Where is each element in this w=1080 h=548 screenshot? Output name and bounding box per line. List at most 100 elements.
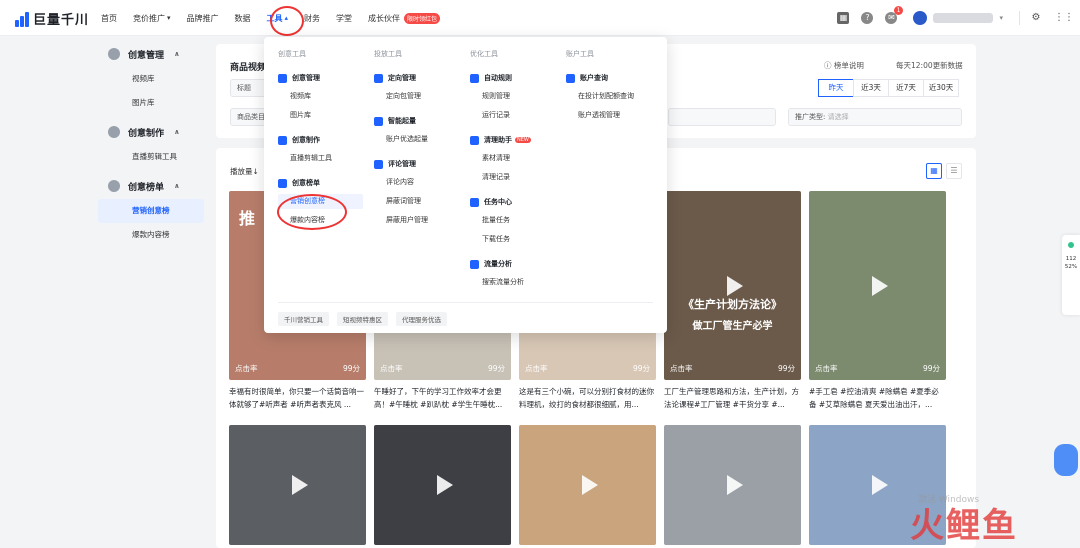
dropdown-menu-item[interactable]: 直播剪辑工具 <box>278 151 363 166</box>
dropdown-section: 创意榜单 <box>278 176 363 190</box>
dropdown-menu-item[interactable]: 视频库 <box>278 89 363 104</box>
dropdown-menu-item[interactable]: 屏蔽用户管理 <box>374 213 459 228</box>
list-icon <box>278 178 287 188</box>
dropdown-column-header: 投放工具 <box>374 50 402 58</box>
dropdown-menu-item[interactable]: 批量任务 <box>470 213 555 228</box>
rule-icon <box>374 116 383 126</box>
dropdown-column-2: 优化工具 自动规则 规则管理 运行记录 清理助手 NEW 素材清理 清理记录 任务中心 批量任务下… <box>470 49 555 300</box>
avatar <box>913 11 928 25</box>
video-card[interactable] <box>229 425 366 545</box>
divider <box>278 302 653 303</box>
rank-hint-link[interactable]: ⓘ 榜单说明 <box>824 60 864 71</box>
grid-view-icon[interactable]: ▦ <box>926 163 942 179</box>
video-thumbnail[interactable] <box>519 425 656 545</box>
chevron-down-icon: ▾ <box>999 14 1003 22</box>
play-icon <box>726 475 743 495</box>
video-card[interactable] <box>519 425 656 545</box>
video-thumbnail[interactable] <box>229 425 366 545</box>
dropdown-footer: 千川营销工具 短视频特惠区 代理服务优选 <box>278 312 447 326</box>
status-dot <box>1068 242 1074 248</box>
video-card[interactable] <box>664 425 801 545</box>
apps-grid-icon[interactable]: ⋮⋮ <box>1054 12 1074 24</box>
video-thumbnail[interactable] <box>374 425 511 545</box>
promo-type-select[interactable]: 推广类型: 请选择 <box>788 108 962 126</box>
video-title[interactable]: #手工皂 #控油清爽 #除螨皂 #夏季必备 #艾草除螨皂 夏天爱出油出汗，... <box>809 385 946 411</box>
dropdown-footer-link[interactable]: 短视频特惠区 <box>337 312 388 326</box>
sidebar-item[interactable]: 营销创意榜 <box>98 199 204 223</box>
video-title[interactable]: 工厂生产管理思路和方法，生产计划，方法论课程#工厂管理 #干货分享 #... <box>664 385 801 411</box>
dropdown-section-label: 创意管理 <box>292 74 320 82</box>
help-icon[interactable]: ? <box>861 12 874 24</box>
dropdown-menu-item[interactable]: 账户透视管理 <box>566 108 651 123</box>
sidebar-group-0[interactable]: 创意管理 ∧ <box>96 41 208 67</box>
nav-item-3[interactable]: 数据 <box>235 13 251 24</box>
video-card[interactable]: 点击率 99分 #手工皂 #控油清爽 #除螨皂 #夏季必备 #艾草除螨皂 夏天爱出油… <box>809 191 946 411</box>
nav-item-5[interactable]: 财务 <box>304 13 320 24</box>
nav-item-7[interactable]: 成长伙伴 限时领红包 <box>368 12 441 24</box>
nav-item-1[interactable]: 竞价推广 ▾ <box>133 13 171 24</box>
range-button[interactable]: 近30天 <box>923 79 959 97</box>
nav-item-label: 首页 <box>101 13 117 23</box>
list-icon <box>374 73 383 83</box>
score-label: 99分 <box>632 364 650 373</box>
range-button[interactable]: 近3天 <box>853 79 889 97</box>
list-view-icon[interactable]: ☰ <box>946 163 962 179</box>
video-title[interactable]: 这是有三个小碗，可以分别打食材的迷你料理机，绞打的食材都很细腻，用... <box>519 385 656 411</box>
calculator-icon[interactable]: ▦ <box>837 12 850 24</box>
nav-item-2[interactable]: 品牌推广 <box>187 13 219 24</box>
dropdown-section-label: 任务中心 <box>484 198 512 206</box>
divider <box>1019 11 1020 25</box>
video-title[interactable]: 幸福有时很简单，你只要一个话筒音响一体就够了#听声者 #听声者表克风 ... <box>229 385 366 411</box>
dropdown-menu-item[interactable]: 图片库 <box>278 108 363 123</box>
dropdown-section: 创意管理 <box>278 71 363 85</box>
dropdown-section-label: 智能起量 <box>388 117 416 125</box>
account-switcher[interactable]: ▾ <box>913 11 1003 25</box>
promo-type-placeholder: 请选择 <box>827 113 849 121</box>
dropdown-menu-item[interactable]: 在投计划配额查询 <box>566 89 651 104</box>
nav-item-0[interactable]: 首页 <box>101 13 117 24</box>
dropdown-footer-link[interactable]: 千川营销工具 <box>278 312 329 326</box>
sidebar-item[interactable]: 视频库 <box>98 67 204 91</box>
video-title[interactable]: 午睡好了，下午的学习工作效率才会更高！#午睡枕 #趴趴枕 #学生午睡枕... <box>374 385 511 411</box>
page-title: 商品视频 <box>230 63 267 73</box>
dropdown-menu-item[interactable]: 下载任务 <box>470 232 555 247</box>
caret-icon: ▾ <box>167 14 171 22</box>
logo[interactable]: 巨量千川 <box>15 9 89 28</box>
video-card[interactable] <box>374 425 511 545</box>
dropdown-menu-item[interactable]: 屏蔽词管理 <box>374 194 459 209</box>
sidebar-item[interactable]: 直播剪辑工具 <box>98 145 204 169</box>
range-button[interactable]: 近7天 <box>888 79 924 97</box>
sidebar-item[interactable]: 爆款内容榜 <box>98 223 204 247</box>
sidebar-item[interactable]: 图片库 <box>98 91 204 115</box>
dropdown-menu-item[interactable]: 定向包管理 <box>374 89 459 104</box>
sort-by-plays[interactable]: 播放量↓ <box>230 166 259 177</box>
message-icon[interactable]: ✉ 1 <box>885 6 904 24</box>
dropdown-menu-item[interactable]: 账户优选起量 <box>374 132 459 147</box>
dropdown-menu-item[interactable]: 评论内容 <box>374 175 459 190</box>
video-thumbnail[interactable] <box>664 425 801 545</box>
nav-item-6[interactable]: 学堂 <box>336 13 352 24</box>
video-thumbnail[interactable]: 《生产计划方法论》 做工厂管生产必学 点击率 99分 <box>664 191 801 380</box>
chevron-up-icon: ∧ <box>174 128 180 136</box>
range-button[interactable]: 昨天 <box>818 79 854 97</box>
sidebar-group-2[interactable]: 创意榜单 ∧ <box>96 173 208 199</box>
dropdown-menu-item[interactable]: 规则管理 <box>470 89 555 104</box>
task-icon <box>470 135 479 145</box>
dropdown-menu-item[interactable]: 搜索流量分析 <box>470 275 555 290</box>
hidden-filter-select[interactable] <box>668 108 776 126</box>
ctr-label: 点击率 <box>815 364 838 373</box>
dropdown-menu-item[interactable]: 运行记录 <box>470 108 555 123</box>
play-icon <box>436 475 453 495</box>
video-card[interactable]: 《生产计划方法论》 做工厂管生产必学 点击率 99分工厂生产管理思路和方法，生产计划，… <box>664 191 801 411</box>
logo-text: 巨量千川 <box>33 13 90 28</box>
dropdown-section: 任务中心 <box>470 195 555 209</box>
gear-icon[interactable]: ⚙ <box>1030 12 1042 24</box>
dropdown-section: 账户查询 <box>566 71 651 85</box>
assistant-mascot-icon[interactable] <box>1054 444 1078 476</box>
sidebar-group-1[interactable]: 创意制作 ∧ <box>96 119 208 145</box>
dropdown-menu-item[interactable]: 素材清理 <box>470 151 555 166</box>
floating-widget[interactable]: 112 52% <box>1062 235 1080 315</box>
dropdown-footer-link[interactable]: 代理服务优选 <box>396 312 447 326</box>
dropdown-menu-item[interactable]: 清理记录 <box>470 170 555 185</box>
video-thumbnail[interactable]: 点击率 99分 <box>809 191 946 380</box>
